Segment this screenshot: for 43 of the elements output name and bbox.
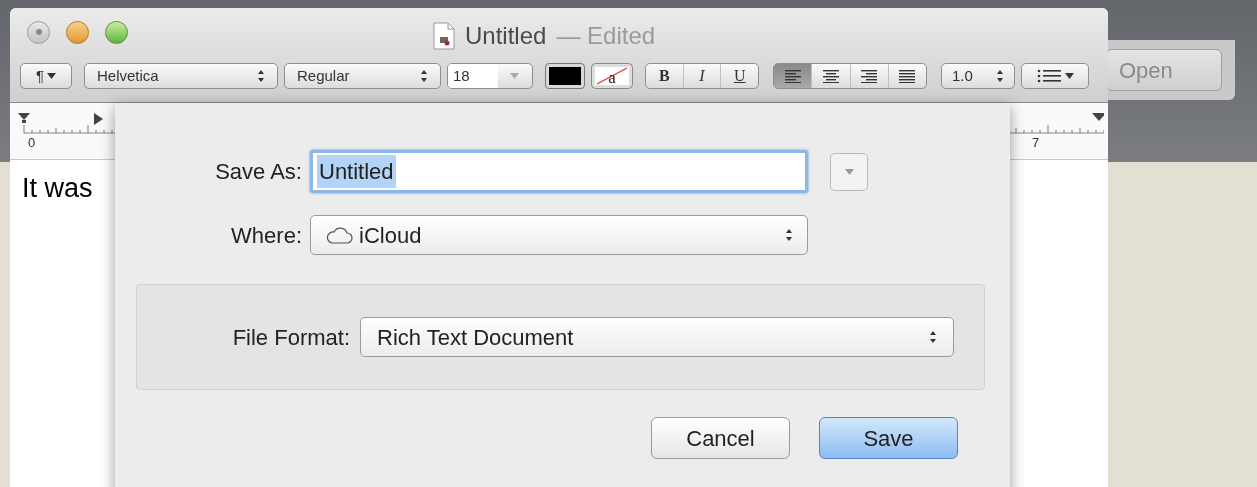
align-center-icon xyxy=(822,69,839,83)
ruler-label: 7 xyxy=(1032,134,1040,152)
where-popup[interactable]: iCloud xyxy=(310,215,808,255)
italic-button[interactable]: I xyxy=(682,64,721,88)
stepper-arrows-icon xyxy=(996,69,1004,83)
align-justify-icon xyxy=(899,69,916,83)
caret-icon xyxy=(47,73,57,79)
ruler-label: 0 xyxy=(28,134,36,152)
window-title: Untitled xyxy=(465,21,547,51)
edited-status: — Edited xyxy=(556,21,656,51)
list-menu[interactable] xyxy=(1021,63,1089,89)
font-family-popup[interactable]: Helvetica xyxy=(84,63,278,89)
alignment-segment[interactable] xyxy=(774,64,812,88)
caret-icon xyxy=(1064,73,1074,79)
align-left-icon xyxy=(784,69,801,83)
dialog-button[interactable]: Save xyxy=(819,417,958,459)
dialog-button[interactable]: Cancel xyxy=(651,417,790,459)
caret-icon xyxy=(510,73,519,79)
stepper-arrows-icon xyxy=(785,228,793,242)
stepper-arrows-icon xyxy=(929,330,937,344)
where-label: Where: xyxy=(230,221,302,250)
font-size-combo[interactable]: 18 xyxy=(447,63,533,89)
zoom-button[interactable] xyxy=(105,20,128,44)
document-icon xyxy=(433,22,455,50)
file-format-popup[interactable]: Rich Text Document xyxy=(360,317,954,357)
bold-button[interactable]: B xyxy=(646,64,683,88)
stepper-arrows-icon xyxy=(420,69,428,83)
line-spacing-popup[interactable]: 1.0 xyxy=(941,63,1015,89)
list-icon xyxy=(1036,69,1061,83)
filename-field[interactable]: Untitled xyxy=(310,150,808,193)
stepper-arrows-icon xyxy=(257,69,265,83)
underline-button[interactable]: U xyxy=(720,64,758,88)
document-text: It was xyxy=(22,173,93,203)
cloud-icon xyxy=(325,226,353,244)
caret-icon xyxy=(844,168,854,175)
font-style-popup[interactable]: Regular xyxy=(284,63,441,89)
save-as-label: Save As: xyxy=(214,158,302,186)
paragraph-menu[interactable]: ¶ xyxy=(20,63,72,89)
file-format-label: File Format: xyxy=(231,323,350,352)
align-right-icon xyxy=(861,69,878,83)
close-button[interactable] xyxy=(27,20,50,44)
text-color-well[interactable] xyxy=(545,63,585,89)
minimize-button[interactable] xyxy=(66,20,89,44)
